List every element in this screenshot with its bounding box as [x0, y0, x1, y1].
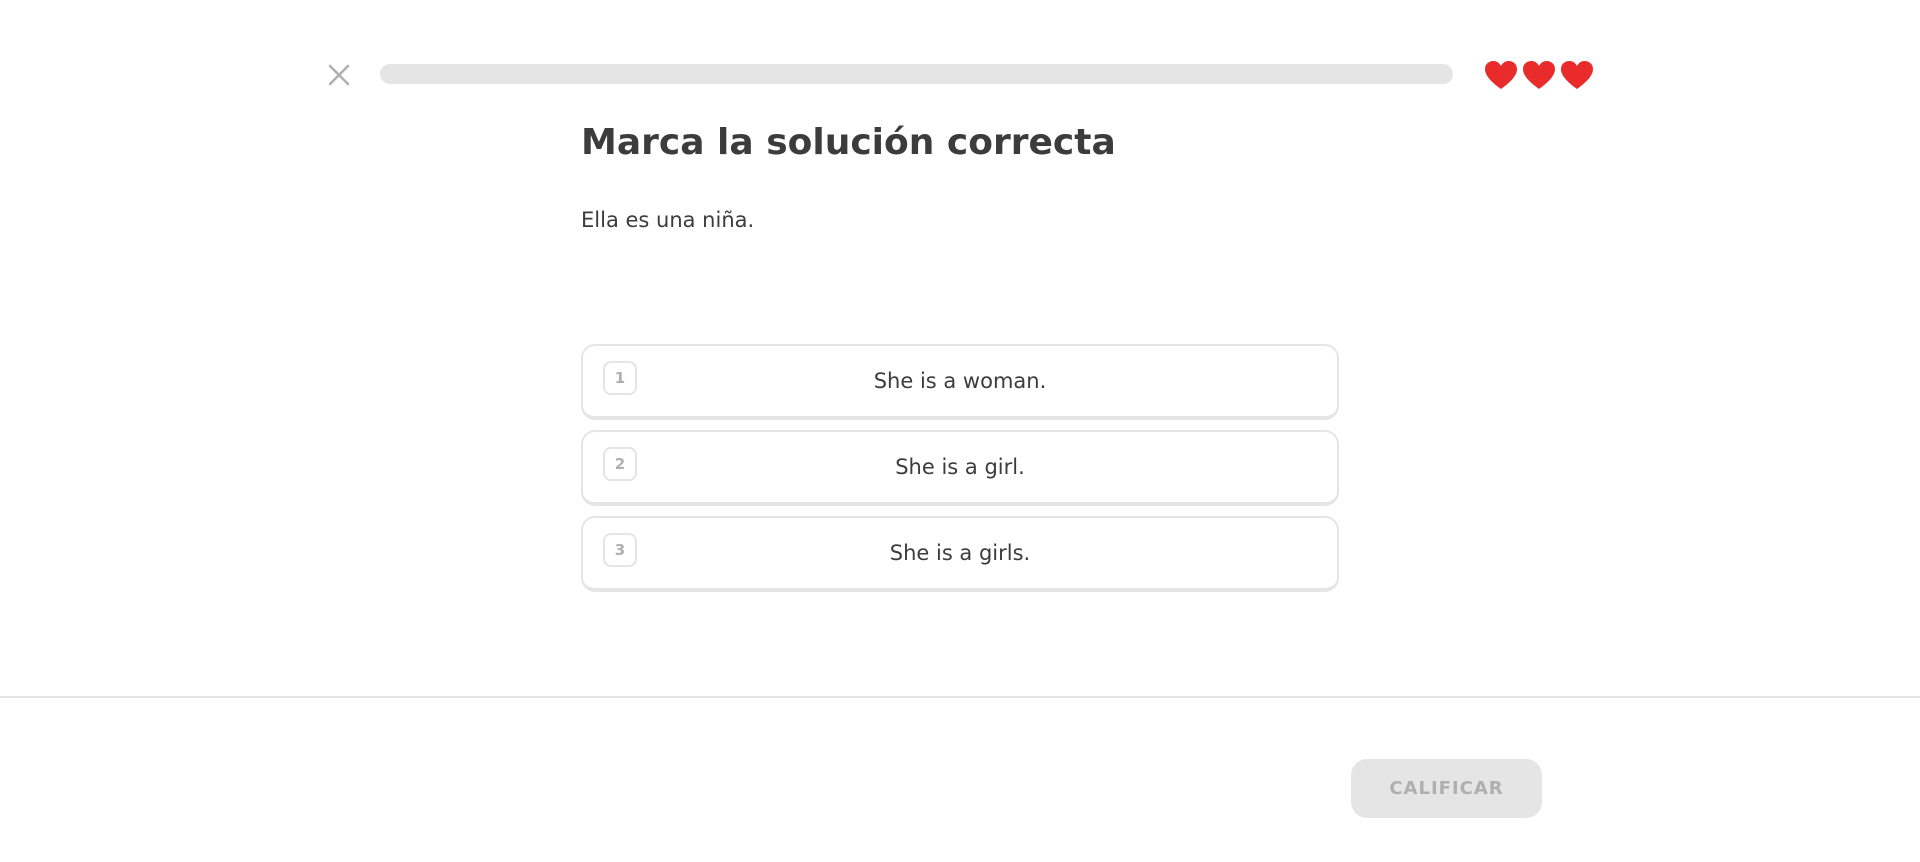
close-button[interactable] — [326, 62, 352, 88]
hearts-counter — [1484, 60, 1594, 90]
option-label: She is a girls. — [889, 541, 1031, 565]
heart-icon — [1561, 61, 1593, 89]
lesson-page: Marca la solución correcta Ella es una n… — [0, 0, 1920, 862]
option-key-badge: 1 — [603, 361, 637, 395]
close-icon — [328, 64, 350, 86]
option-key-badge: 2 — [603, 447, 637, 481]
option-label: She is a girl. — [895, 455, 1025, 479]
lesson-progress-bar — [380, 64, 1453, 84]
footer-divider — [0, 696, 1920, 698]
answer-option-1[interactable]: 1 She is a woman. — [581, 344, 1339, 420]
answer-option-3[interactable]: 3 She is a girls. — [581, 516, 1339, 592]
check-button[interactable]: CALIFICAR — [1351, 759, 1542, 818]
page-title: Marca la solución correcta — [581, 122, 1116, 163]
option-key-badge: 3 — [603, 533, 637, 567]
exercise-prompt: Ella es una niña. — [581, 208, 755, 232]
heart-icon — [1485, 61, 1517, 89]
option-label: She is a woman. — [873, 369, 1047, 393]
heart-icon — [1523, 61, 1555, 89]
answer-options: 1 She is a woman. 2 She is a girl. 3 She… — [581, 344, 1339, 602]
answer-option-2[interactable]: 2 She is a girl. — [581, 430, 1339, 506]
